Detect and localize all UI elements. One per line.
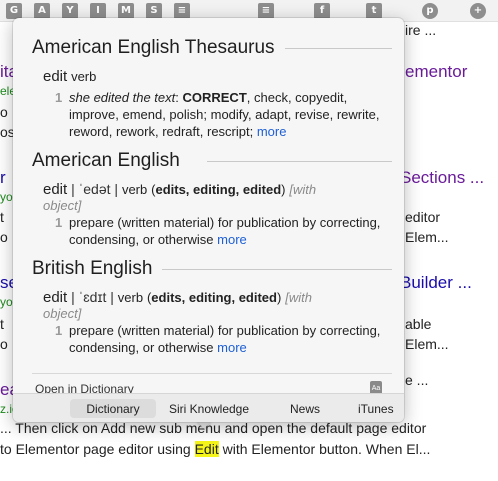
left-fragment: t <box>0 316 4 332</box>
y-icon[interactable]: Y <box>62 3 78 19</box>
left-fragment: o <box>0 104 8 120</box>
result-snippet-text: Elem... <box>405 229 449 245</box>
section-title: American English Thesaurus <box>32 37 275 58</box>
sense: 1 prepare (written material) for publica… <box>55 214 391 248</box>
section-title: American English <box>32 150 180 171</box>
entry-headline: edit verb <box>43 68 96 85</box>
tab-news[interactable]: News <box>277 399 333 418</box>
tab-siri-knowledge[interactable]: Siri Knowledge <box>163 399 255 418</box>
pinterest-icon[interactable]: p <box>422 3 438 19</box>
popover-content[interactable]: American English Thesaurus edit verb 1 s… <box>13 18 404 393</box>
result-snippet-text: e ... <box>405 372 429 388</box>
inflections: (edits, editing, edited) <box>146 290 282 305</box>
a-icon[interactable]: A <box>34 3 50 19</box>
part-of-speech: verb <box>71 69 97 84</box>
grammar-label-wrap: object] <box>43 198 82 213</box>
example: she edited the text <box>69 90 176 105</box>
left-fragment: yo <box>0 295 13 309</box>
sense: 1 she edited the text: CORRECT, check, c… <box>55 90 380 139</box>
g-icon[interactable]: G <box>6 3 22 19</box>
grammar-label: [with <box>289 182 317 197</box>
result-link-builder[interactable]: Builder ... <box>400 273 472 293</box>
more-link[interactable]: more <box>217 340 247 355</box>
snippet-text: to Elementor page editor using <box>0 441 195 457</box>
footer-divider <box>32 373 392 374</box>
section-divider <box>162 269 392 270</box>
s-icon[interactable]: S <box>146 3 162 19</box>
left-fragment: r <box>0 168 6 187</box>
headword: edit <box>43 181 68 198</box>
sense-number: 1 <box>55 215 63 230</box>
grammar-label-wrap: object] <box>43 306 82 321</box>
section-divider <box>207 161 392 162</box>
synonym-label: CORRECT <box>182 90 247 105</box>
left-fragment: t <box>0 209 4 225</box>
dictionary-app-icon[interactable]: Aa <box>370 381 382 393</box>
snippet-text: with Elementor button. When El... <box>218 441 431 457</box>
part-of-speech: verb <box>117 290 144 305</box>
section-divider <box>285 48 392 49</box>
m-icon[interactable]: M <box>118 3 134 19</box>
result-snippet-line: to Elementor page editor using Edit with… <box>0 441 430 457</box>
highlighted-word: Edit <box>194 441 219 457</box>
left-fragment: yo <box>0 190 13 204</box>
entry-headline: edit | ˈedət | verb (edits, editing, edi… <box>43 181 316 198</box>
result-snippet-text: editor <box>405 209 441 225</box>
tab-itunes[interactable]: iTunes <box>358 399 404 418</box>
headword: edit <box>43 68 68 85</box>
part-of-speech: verb <box>121 182 148 197</box>
share-icon[interactable]: + <box>470 3 486 19</box>
pronunciation: | ˈɛdɪt | <box>71 289 114 305</box>
tab-dictionary[interactable]: Dictionary <box>70 399 156 418</box>
result-snippet-text: ire ... <box>405 22 437 38</box>
result-snippet-line: ... Then click on Add new sub menu and o… <box>0 420 427 436</box>
stack-icon[interactable]: ≡ <box>174 3 190 19</box>
more-link[interactable]: more <box>257 124 287 139</box>
sense: 1 prepare (written material) for publica… <box>55 322 391 356</box>
sense-number: 1 <box>55 90 63 105</box>
source-tab-bar: Dictionary Siri Knowledge News iTunes <box>13 393 404 422</box>
dictionary-popover: American English Thesaurus edit verb 1 s… <box>13 18 404 422</box>
left-fragment: o <box>0 336 8 352</box>
twitter-icon[interactable]: t <box>366 3 382 19</box>
result-snippet-text: able <box>405 316 432 332</box>
sense-number: 1 <box>55 323 63 338</box>
result-link-elementor[interactable]: ementor <box>405 62 467 82</box>
left-fragment: o <box>0 229 8 245</box>
result-link-sections[interactable]: Sections ... <box>400 168 484 188</box>
stack2-icon[interactable]: ≡ <box>258 3 274 19</box>
pronunciation: | ˈedət | <box>71 181 119 197</box>
open-in-dictionary-link[interactable]: Open in Dictionary <box>35 382 134 393</box>
result-snippet-text: Elem... <box>405 336 449 352</box>
inflections: (edits, editing, edited) <box>151 182 286 197</box>
more-link[interactable]: more <box>217 232 247 247</box>
f-icon[interactable]: f <box>314 3 330 19</box>
grammar-label: [with <box>285 290 312 305</box>
headword: edit <box>43 289 68 306</box>
i-icon[interactable]: I <box>90 3 106 19</box>
section-title: British English <box>32 258 153 279</box>
entry-headline: edit | ˈɛdɪt | verb (edits, editing, edi… <box>43 289 312 306</box>
